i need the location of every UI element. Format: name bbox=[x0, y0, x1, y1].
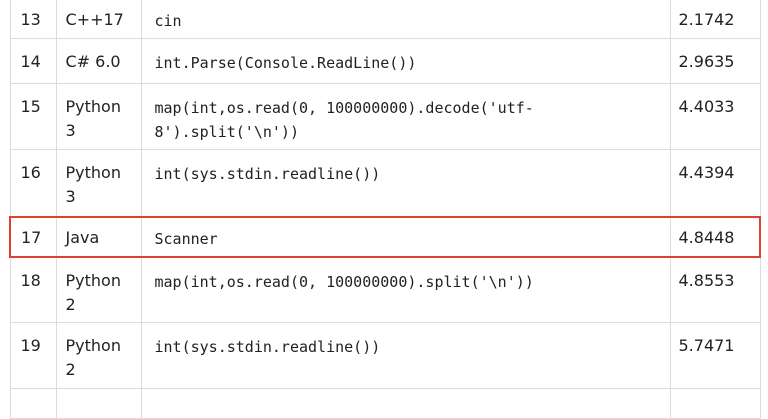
language-cell: Python 2 bbox=[55, 256, 142, 323]
benchmark-table: 13 C++17 cin 2.1742 14 C# 6.0 int.Parse(… bbox=[9, 0, 761, 419]
time-cell: 2.1742 bbox=[669, 0, 761, 39]
rank-cell: 15 bbox=[9, 83, 57, 150]
language-cell: Python 2 bbox=[55, 322, 142, 389]
highlighted-row: 17 Java Scanner 4.8448 bbox=[9, 215, 761, 258]
results-table: 13 C++17 cin 2.1742 14 C# 6.0 int.Parse(… bbox=[9, 0, 761, 419]
time-cell: 4.8553 bbox=[669, 256, 761, 323]
method-cell: Scanner bbox=[140, 215, 671, 258]
time-cell: 2.9635 bbox=[669, 38, 761, 84]
language-cell: Python 3 bbox=[55, 149, 142, 217]
time-cell-empty bbox=[669, 388, 761, 419]
time-cell: 5.7471 bbox=[669, 322, 761, 389]
language-cell: C++17 bbox=[55, 0, 142, 39]
rank-cell: 16 bbox=[9, 149, 57, 217]
language-cell: Java bbox=[55, 215, 142, 258]
method-cell: int.Parse(Console.ReadLine()) bbox=[140, 38, 671, 84]
language-cell-empty bbox=[55, 388, 142, 419]
language-cell: C# 6.0 bbox=[55, 38, 142, 84]
table-row-partial bbox=[9, 388, 761, 419]
rank-cell: 19 bbox=[9, 322, 57, 389]
rank-cell: 13 bbox=[9, 0, 57, 39]
method-cell: cin bbox=[140, 0, 671, 39]
rank-cell: 17 bbox=[9, 215, 57, 258]
method-cell: int(sys.stdin.readline()) bbox=[140, 149, 671, 217]
time-cell: 4.4033 bbox=[669, 83, 761, 150]
rank-cell: 18 bbox=[9, 256, 57, 323]
method-cell: int(sys.stdin.readline()) bbox=[140, 322, 671, 389]
table-row: 14 C# 6.0 int.Parse(Console.ReadLine()) … bbox=[9, 38, 761, 84]
table-row: 16 Python 3 int(sys.stdin.readline()) 4.… bbox=[9, 149, 761, 217]
table-row: 15 Python 3 map(int,os.read(0, 100000000… bbox=[9, 83, 761, 150]
time-cell: 4.4394 bbox=[669, 149, 761, 217]
table-row: 19 Python 2 int(sys.stdin.readline()) 5.… bbox=[9, 322, 761, 389]
table-row: 13 C++17 cin 2.1742 bbox=[9, 0, 761, 39]
method-cell: map(int,os.read(0, 100000000).split('\n'… bbox=[140, 256, 671, 323]
method-cell: map(int,os.read(0, 100000000).decode('ut… bbox=[140, 83, 671, 150]
rank-cell: 14 bbox=[9, 38, 57, 84]
method-cell-empty bbox=[140, 388, 671, 419]
language-cell: Python 3 bbox=[55, 83, 142, 150]
rank-cell-empty bbox=[9, 388, 57, 419]
table-row: 18 Python 2 map(int,os.read(0, 100000000… bbox=[9, 256, 761, 323]
time-cell: 4.8448 bbox=[669, 215, 761, 258]
